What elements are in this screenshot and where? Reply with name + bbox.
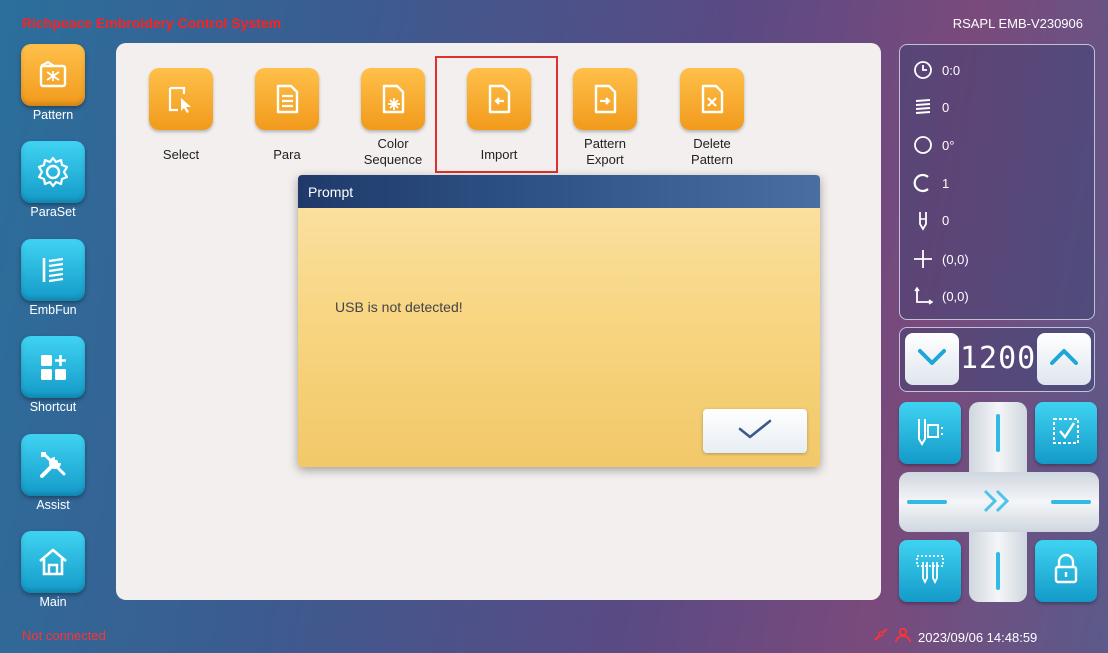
color-sequence-icon [361, 68, 425, 130]
double-chevron-right-icon [981, 487, 1017, 520]
needle-frame-icon [913, 414, 947, 453]
link-broken-icon [872, 627, 890, 648]
status-position: (0,0) [912, 248, 969, 270]
speed-panel: 1200 [899, 327, 1095, 392]
frame-check-icon [1049, 414, 1083, 453]
import-button[interactable]: Import [449, 68, 549, 163]
datetime-label: 2023/09/06 14:48:59 [918, 630, 1038, 645]
angle-value: 0° [942, 137, 955, 153]
tool-label: Select [162, 147, 200, 162]
connection-status: Not connected [22, 628, 106, 643]
status-stitches: 0 [912, 96, 949, 118]
pad-function-bottom-left-button[interactable] [899, 540, 961, 602]
tool-label: Import [480, 147, 518, 162]
status-angle: 0° [912, 134, 954, 156]
speed-value: 1200 [960, 341, 1037, 376]
sidebar-item-label: ParaSet [30, 205, 76, 219]
multi-needle-icon [913, 552, 947, 591]
export-icon [573, 68, 637, 130]
move-up-button[interactable] [996, 414, 1000, 452]
needle-icon [912, 209, 934, 231]
position-value: (0,0) [942, 251, 969, 267]
dialog-title: Prompt [298, 175, 820, 208]
move-left-button[interactable] [907, 500, 947, 504]
chevron-down-icon [917, 347, 947, 372]
time-value: 0:0 [942, 62, 961, 78]
sidebar-item-paraset[interactable]: ParaSet [18, 141, 88, 219]
status-time: 0:0 [912, 59, 960, 81]
center-forward-button[interactable] [977, 485, 1021, 521]
tools-icon [21, 434, 85, 496]
sidebar-item-pattern[interactable]: Pattern [18, 44, 88, 122]
sidebar-item-assist[interactable]: Assist [18, 434, 88, 512]
sidebar-item-label: Shortcut [29, 400, 77, 414]
footer-right: 2023/09/06 14:48:59 [872, 627, 1037, 648]
delete-pattern-button[interactable]: Delete Pattern [662, 68, 762, 168]
sidebar-item-label: EmbFun [29, 303, 77, 317]
stitch-count-icon [912, 96, 934, 118]
needle-value: 0 [942, 212, 950, 228]
home-icon [21, 531, 85, 593]
clock-icon [912, 59, 934, 81]
tool-label: Para [273, 147, 301, 162]
select-button[interactable]: Select [131, 68, 231, 163]
tool-label: Delete Pattern [691, 136, 733, 167]
document-icon [255, 68, 319, 130]
lock-button[interactable] [1035, 540, 1097, 602]
crosshair-icon [912, 248, 934, 270]
app-title: Richpeace Embroidery Control System [22, 15, 282, 31]
pattern-icon [21, 44, 85, 106]
pad-function-top-right-button[interactable] [1035, 402, 1097, 464]
lock-icon [1049, 552, 1083, 591]
tool-label: Pattern Export [584, 136, 626, 167]
embroidery-function-icon [21, 239, 85, 301]
sidebar-item-main[interactable]: Main [18, 531, 88, 609]
sidebar-item-label: Assist [36, 498, 70, 512]
origin-axis-icon [912, 285, 934, 307]
tool-label: Color Sequence [363, 136, 423, 167]
shortcut-grid-icon [21, 336, 85, 398]
select-pointer-icon [149, 68, 213, 130]
speed-up-button[interactable] [1037, 333, 1091, 385]
color-value: 1 [942, 175, 950, 191]
stitch-count-value: 0 [942, 99, 950, 115]
import-icon [467, 68, 531, 130]
user-icon [894, 627, 912, 648]
dialog-message: USB is not detected! [335, 299, 463, 315]
chevron-up-icon [1049, 347, 1079, 372]
move-down-button[interactable] [996, 552, 1000, 590]
color-c-icon [912, 172, 934, 194]
status-panel: 0:0 0 0° 1 0 (0,0) (0,0) [899, 44, 1095, 320]
version-label: RSAPL EMB-V230906 [952, 16, 1083, 31]
sidebar-item-shortcut[interactable]: Shortcut [18, 336, 88, 414]
control-pad [899, 402, 1099, 602]
para-button[interactable]: Para [237, 68, 337, 163]
status-color: 1 [912, 172, 949, 194]
pattern-export-button[interactable]: Pattern Export [555, 68, 655, 168]
origin-value: (0,0) [942, 288, 969, 304]
pad-function-top-left-button[interactable] [899, 402, 961, 464]
prompt-dialog: Prompt USB is not detected! [298, 175, 820, 467]
checkmark-icon [737, 418, 773, 445]
gear-icon [21, 141, 85, 203]
sidebar-item-label: Main [39, 595, 67, 609]
move-right-button[interactable] [1051, 500, 1091, 504]
circle-angle-icon [912, 134, 934, 156]
color-sequence-button[interactable]: Color Sequence [343, 68, 443, 168]
sidebar-item-embfun[interactable]: EmbFun [18, 239, 88, 317]
speed-down-button[interactable] [905, 333, 959, 385]
status-needle: 0 [912, 209, 949, 231]
sidebar-item-label: Pattern [32, 108, 74, 122]
status-origin: (0,0) [912, 285, 969, 307]
delete-file-icon [680, 68, 744, 130]
ok-button[interactable] [703, 409, 807, 453]
